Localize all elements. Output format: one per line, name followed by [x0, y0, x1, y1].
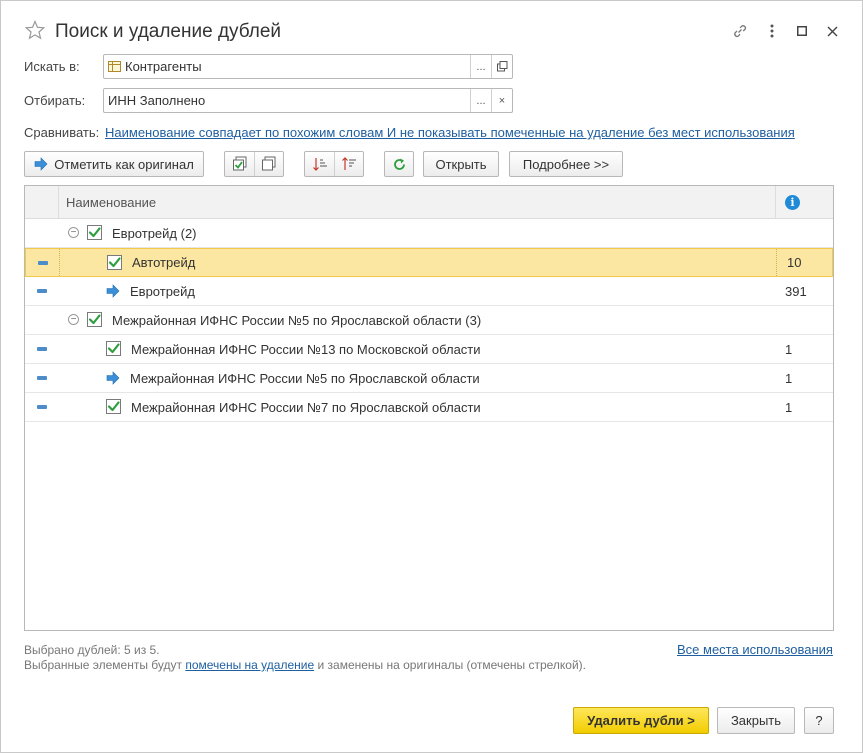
- row-name: Межрайонная ИФНС России №5 по Ярославско…: [112, 312, 482, 328]
- sort-ascending-button[interactable]: [305, 152, 334, 176]
- checkbox-checked-icon[interactable]: [106, 341, 122, 357]
- original-arrow-icon: [106, 284, 120, 298]
- duplicate-marker-icon: [37, 405, 47, 409]
- filter-clear-button[interactable]: ×: [491, 89, 512, 112]
- selected-count-text: Выбрано дублей: 5 из 5.: [24, 643, 160, 657]
- group-row[interactable]: − Евротрейд (2): [25, 219, 833, 248]
- all-usage-places-link[interactable]: Все места использования: [677, 642, 833, 657]
- header-mark-column: [25, 186, 59, 218]
- help-button[interactable]: ?: [804, 707, 834, 734]
- sort-buttons-group: [304, 151, 364, 177]
- row-mark-cell: [25, 335, 59, 363]
- search-in-field[interactable]: Контрагенты ...: [103, 54, 513, 79]
- open-window-icon: [496, 61, 507, 72]
- row-name: Автотрейд: [132, 255, 196, 270]
- search-in-label: Искать в:: [24, 59, 80, 74]
- row-name: Евротрейд (2): [112, 225, 197, 241]
- link-icon[interactable]: [730, 21, 750, 41]
- table-row[interactable]: Межрайонная ИФНС России №7 по Ярославско…: [25, 393, 833, 422]
- mark-as-original-label: Отметить как оригинал: [54, 156, 194, 172]
- table-row[interactable]: Межрайонная ИФНС России №5 по Ярославско…: [25, 364, 833, 393]
- row-usage-count: 1: [785, 370, 793, 386]
- mark-as-original-button[interactable]: Отметить как оригинал: [24, 151, 204, 177]
- duplicate-marker-icon: [37, 289, 47, 293]
- row-name: Межрайонная ИФНС России №5 по Ярославско…: [130, 370, 480, 386]
- window-title: Поиск и удаление дублей: [55, 21, 282, 42]
- header-name[interactable]: Наименование: [66, 195, 156, 210]
- row-usage-count: 10: [776, 249, 834, 276]
- row-mark-cell: [25, 306, 59, 334]
- sort-descending-button[interactable]: [334, 152, 363, 176]
- checkbox-checked-icon[interactable]: [87, 312, 103, 328]
- search-in-open-button[interactable]: [491, 55, 512, 78]
- check-buttons-group: [224, 151, 284, 177]
- row-mark-cell: [25, 277, 59, 305]
- maximize-icon[interactable]: [792, 21, 812, 41]
- title-bar: Поиск и удаление дублей: [1, 1, 862, 53]
- row-name: Межрайонная ИФНС России №13 по Московско…: [131, 341, 481, 357]
- open-button[interactable]: Открыть: [423, 151, 499, 177]
- row-mark-cell: [26, 249, 60, 276]
- row-usage-count: 1: [785, 399, 793, 415]
- filter-label: Отбирать:: [24, 93, 86, 108]
- table-row[interactable]: Автотрейд 10: [25, 248, 833, 277]
- checkbox-checked-icon[interactable]: [106, 399, 122, 415]
- filter-field[interactable]: ИНН Заполнено ... ×: [103, 88, 513, 113]
- footer-note-before: Выбранные элементы будут: [24, 658, 186, 672]
- delete-duplicates-button[interactable]: Удалить дубли >: [573, 707, 709, 734]
- sort-ascending-icon: [312, 158, 327, 171]
- row-usage-count: 391: [785, 283, 807, 299]
- search-in-select-button[interactable]: ...: [470, 55, 491, 78]
- compare-settings-link[interactable]: Наименование совпадает по похожим словам…: [105, 125, 795, 140]
- close-button[interactable]: Закрыть: [717, 707, 795, 734]
- catalog-table-icon: [108, 61, 121, 72]
- check-all-button[interactable]: [225, 152, 254, 176]
- dialog-window: Поиск и удаление дублей Искать в: Контра…: [0, 0, 863, 753]
- details-button[interactable]: Подробнее >>: [509, 151, 623, 177]
- search-in-value: Контрагенты: [125, 59, 202, 74]
- row-usage-count: [775, 306, 833, 334]
- checkbox-checked-icon[interactable]: [87, 225, 103, 241]
- table-row[interactable]: Евротрейд 391: [25, 277, 833, 306]
- table-header: Наименование i: [25, 186, 833, 219]
- arrow-right-icon: [34, 157, 48, 171]
- check-all-icon: [232, 156, 246, 171]
- refresh-button[interactable]: [384, 151, 414, 177]
- header-info-column[interactable]: [775, 186, 833, 218]
- uncheck-all-button[interactable]: [254, 152, 283, 176]
- duplicate-marker-icon: [37, 347, 47, 351]
- close-icon[interactable]: [822, 21, 842, 41]
- row-usage-count: 1: [785, 341, 793, 357]
- collapse-group-icon[interactable]: −: [68, 314, 79, 325]
- refresh-icon: [393, 158, 405, 170]
- table-row[interactable]: Межрайонная ИФНС России №13 по Московско…: [25, 335, 833, 364]
- group-row[interactable]: − Межрайонная ИФНС России №5 по Ярославск…: [25, 306, 833, 335]
- uncheck-all-icon: [262, 156, 276, 171]
- duplicate-marker-icon: [38, 261, 48, 265]
- row-mark-cell: [25, 219, 59, 247]
- original-arrow-icon: [106, 371, 120, 385]
- filter-select-button[interactable]: ...: [470, 89, 491, 112]
- marked-for-deletion-link[interactable]: помечены на удаление: [185, 658, 314, 672]
- more-menu-icon[interactable]: [762, 21, 782, 41]
- filter-value: ИНН Заполнено: [108, 93, 206, 108]
- compare-label: Сравнивать:: [24, 125, 100, 140]
- duplicate-marker-icon: [37, 376, 47, 380]
- row-mark-cell: [25, 364, 59, 392]
- info-icon: i: [785, 195, 800, 210]
- collapse-group-icon[interactable]: −: [68, 227, 79, 238]
- row-name: Евротрейд: [130, 283, 196, 299]
- row-name: Межрайонная ИФНС России №7 по Ярославско…: [131, 399, 481, 415]
- sort-descending-icon: [342, 157, 356, 170]
- duplicates-table[interactable]: Наименование i − Евротрейд (2) Автотрейд 10…: [24, 185, 834, 631]
- checkbox-checked-icon[interactable]: [107, 255, 123, 271]
- row-usage-count: [775, 219, 833, 247]
- footer-note-after: и заменены на оригиналы (отмечены стрелк…: [314, 658, 587, 672]
- favorite-star-icon[interactable]: [25, 20, 45, 40]
- row-mark-cell: [25, 393, 59, 421]
- footer-note: Выбранные элементы будут помечены на уда…: [24, 658, 586, 672]
